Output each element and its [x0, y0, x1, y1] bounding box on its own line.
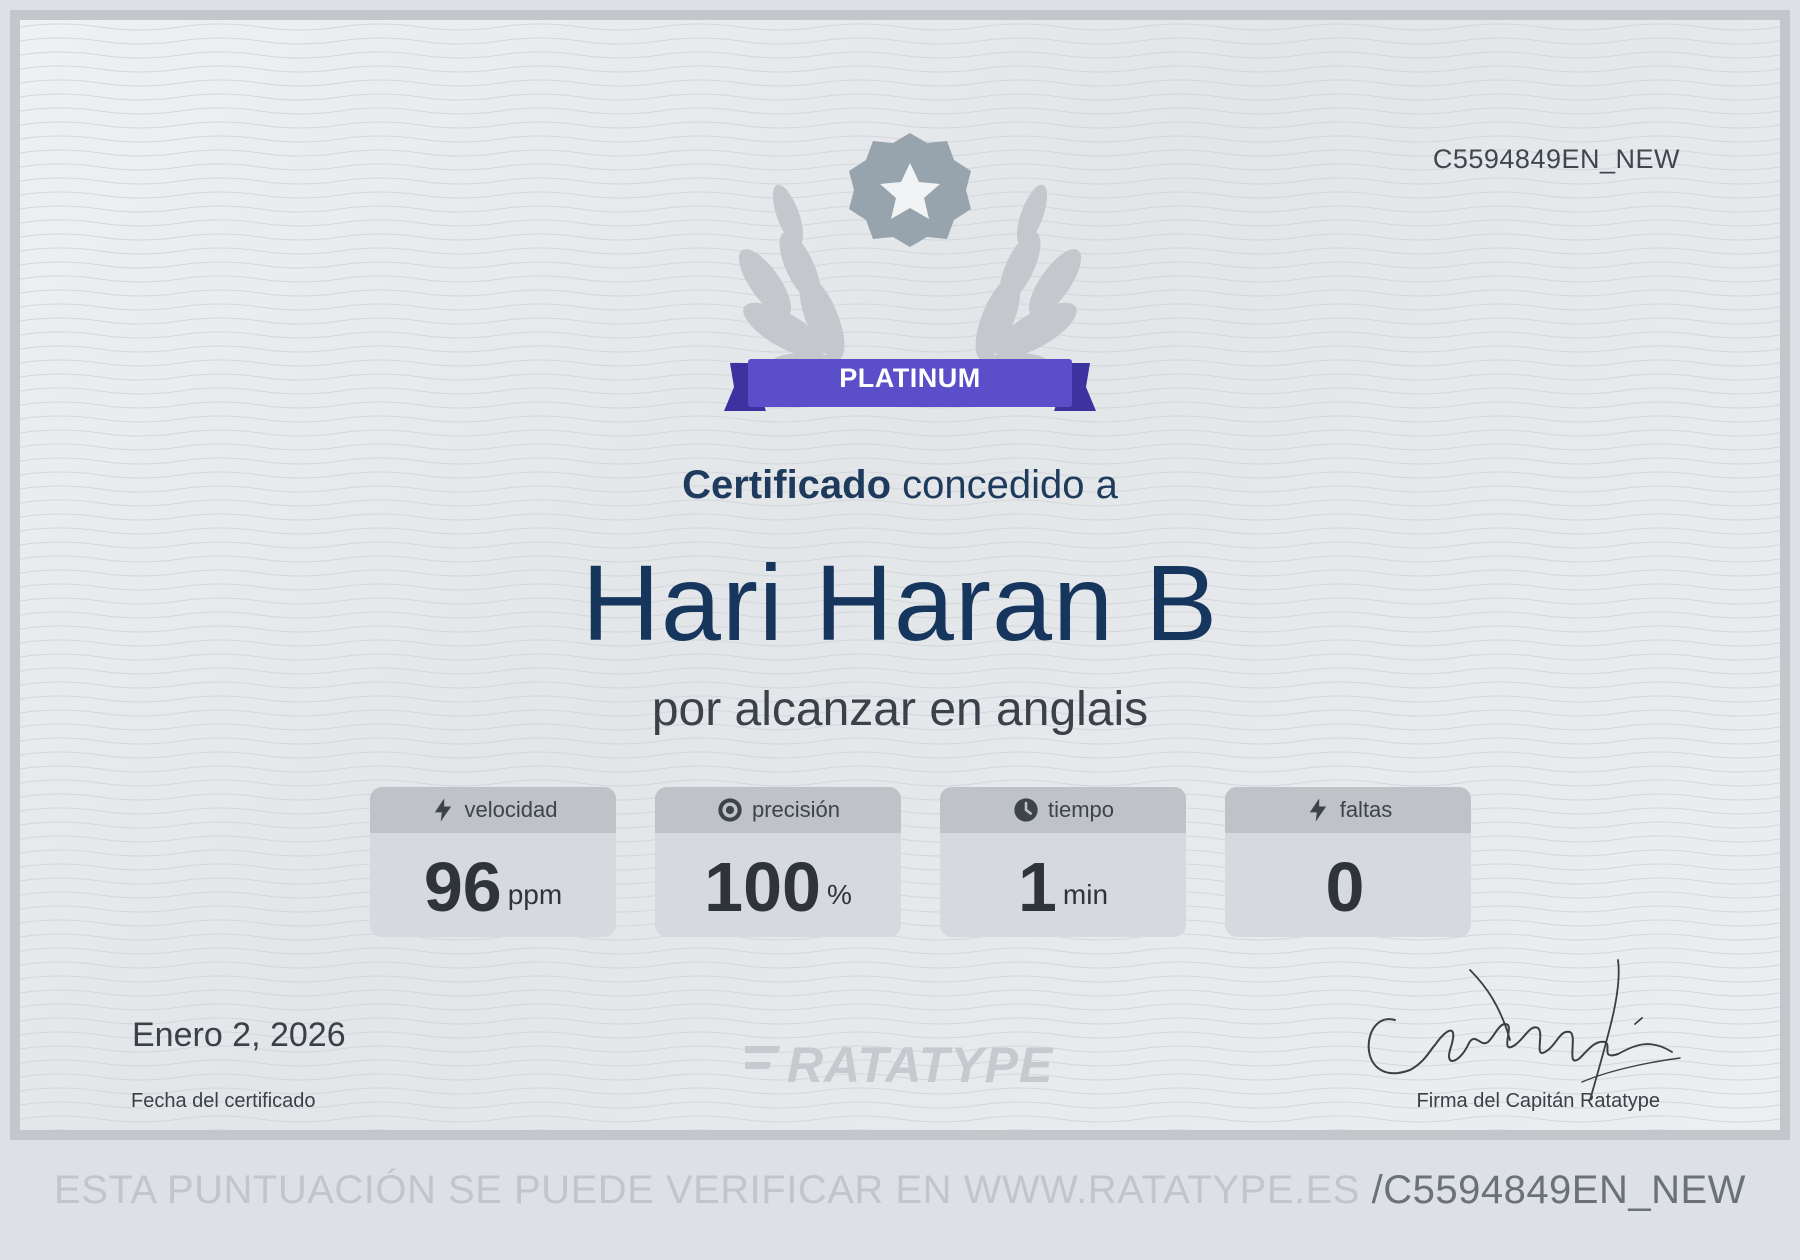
stat-body: 100 %	[655, 833, 901, 937]
heading-strong: Certificado	[682, 463, 892, 507]
stat-header: precisión	[655, 787, 901, 833]
stat-label: faltas	[1339, 797, 1393, 822]
certificate-id: C5594849EN_NEW	[1432, 144, 1680, 174]
stat-label: velocidad	[464, 797, 558, 822]
stat-label: precisión	[751, 797, 841, 822]
signature-label: Firma del Capitán Ratatype	[1416, 1090, 1660, 1112]
recipient-name: Hari Haran B	[581, 542, 1219, 663]
lightning-icon	[1304, 796, 1332, 824]
stat-label: tiempo	[1047, 797, 1115, 822]
stat-body: 1 min	[940, 833, 1186, 937]
certificate-date-label: Fecha del certificado	[131, 1090, 316, 1112]
stat-value: 100	[704, 848, 821, 926]
stat-header: velocidad	[370, 787, 616, 833]
stat-errors: faltas 0	[1225, 787, 1471, 937]
star-badge-icon	[849, 133, 971, 247]
stat-unit: ppm	[507, 879, 563, 910]
stat-accuracy: precisión 100 %	[655, 787, 901, 937]
verification-text: ESTA PUNTUACIÓN SE PUEDE VERIFICAR EN WW…	[54, 1168, 1360, 1212]
stat-speed: velocidad 96 ppm	[370, 787, 616, 937]
certificate-heading: Certificado concedido a	[20, 463, 1780, 508]
verification-line: ESTA PUNTUACIÓN SE PUEDE VERIFICAR EN WW…	[0, 1168, 1800, 1213]
stats-row: velocidad 96 ppm precisión 100 % tiempo …	[370, 787, 1471, 937]
stat-header: faltas	[1225, 787, 1471, 833]
stat-body: 96 ppm	[370, 833, 616, 937]
target-icon	[716, 796, 744, 824]
ratatype-logo: RATATYPE	[745, 1037, 1054, 1092]
stat-value: 96	[423, 848, 502, 926]
stat-unit: %	[826, 879, 852, 910]
heading-rest: concedido a	[891, 463, 1118, 507]
platinum-badge-label: PLATINUM	[839, 363, 981, 393]
stat-body: 0	[1225, 833, 1471, 937]
stat-value: 0	[1325, 848, 1365, 926]
ratatype-wordmark: RATATYPE	[787, 1037, 1054, 1092]
achievement-text: por alcanzar en anglais	[651, 683, 1149, 736]
clock-icon	[1012, 796, 1040, 824]
verification-code: /C5594849EN_NEW	[1359, 1168, 1746, 1212]
stat-unit: min	[1062, 879, 1109, 910]
stat-value: 1	[1017, 848, 1057, 926]
certificate-frame: C5594849EN_NEW PLATINUM Certificado conc…	[10, 10, 1790, 1140]
lightning-icon	[429, 796, 457, 824]
stat-header: tiempo	[940, 787, 1186, 833]
stat-time: tiempo 1 min	[940, 787, 1186, 937]
certificate-page: C5594849EN_NEW PLATINUM Certificado conc…	[0, 0, 1800, 1260]
certificate-date: Enero 2, 2026	[132, 1016, 346, 1054]
